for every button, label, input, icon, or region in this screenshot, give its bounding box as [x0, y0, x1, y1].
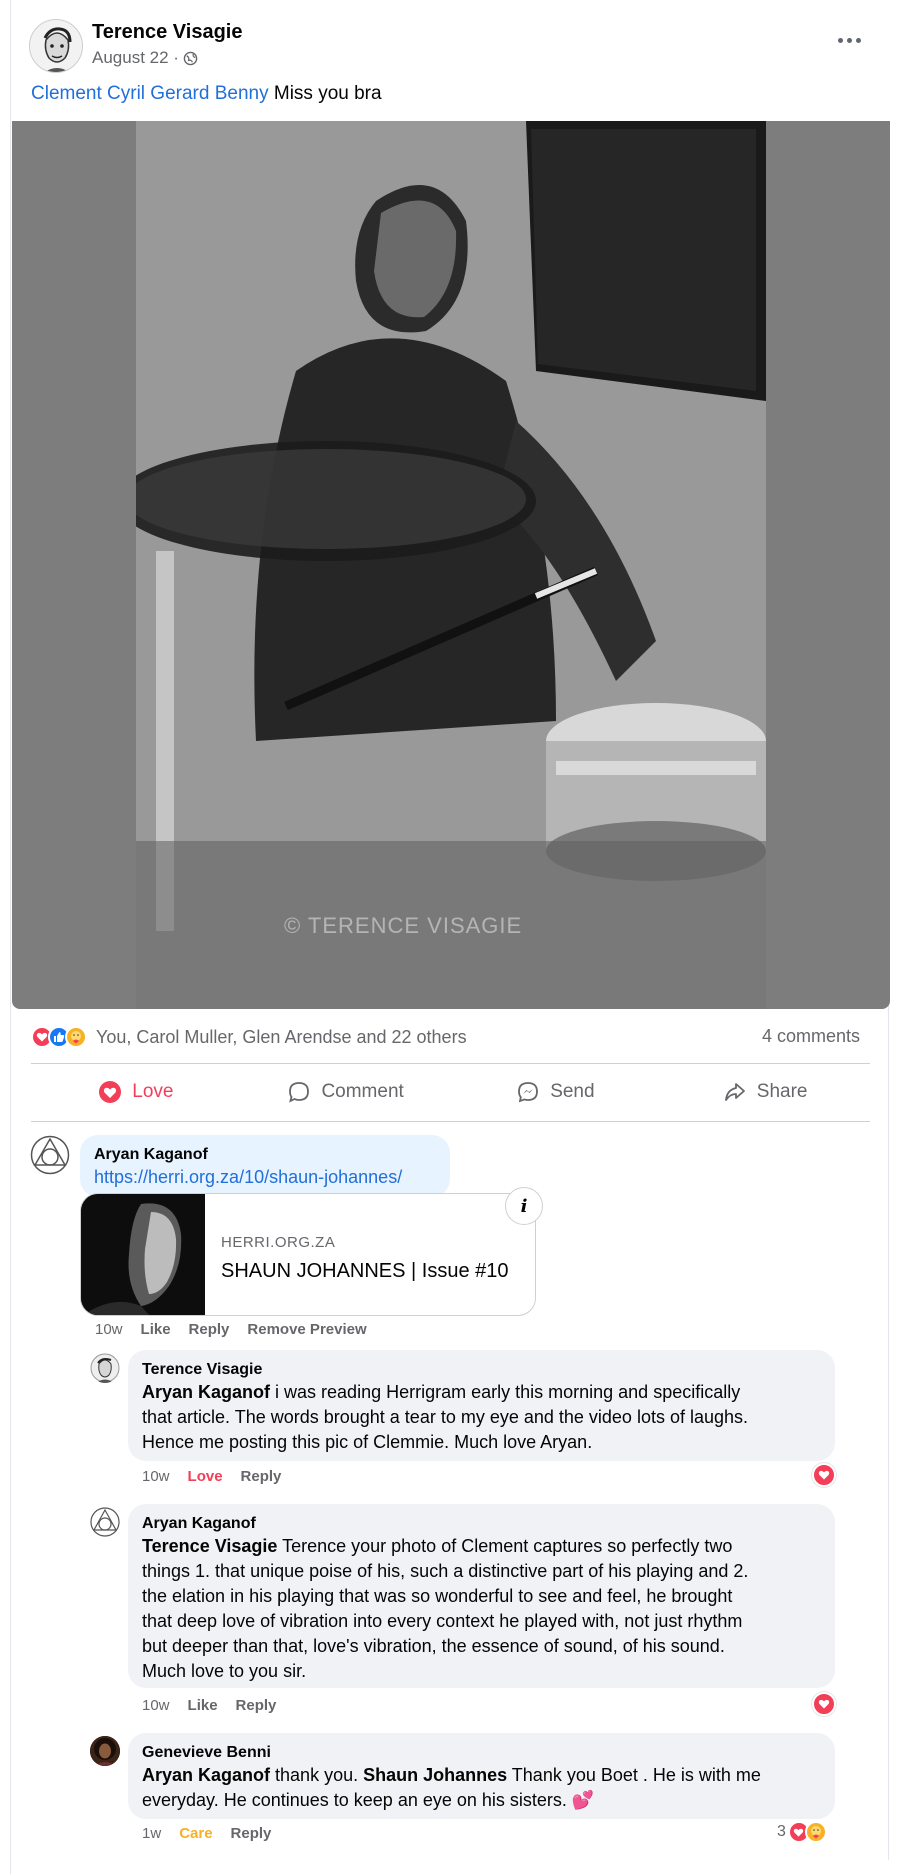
comment-text-line: Thank you Boet . He is with me: [507, 1765, 761, 1785]
remove-preview-button[interactable]: Remove Preview: [247, 1321, 366, 1338]
post-meta: August 22 ·: [92, 48, 198, 68]
reaction-count: 3: [777, 1823, 786, 1840]
frame-edge: [10, 0, 11, 1874]
love-label: Love: [132, 1081, 174, 1102]
comment-text: Terence Visagie Terence your photo of Cl…: [142, 1534, 821, 1559]
comment-bubble: Genevieve Benni Aryan Kaganof thank you.…: [128, 1733, 835, 1819]
author-avatar[interactable]: [29, 19, 83, 73]
commenter-avatar[interactable]: [30, 1135, 70, 1175]
send-button[interactable]: Send: [451, 1066, 661, 1118]
love-reaction-badge[interactable]: [812, 1692, 836, 1716]
comment-text-line: the elation in his playing that was so w…: [142, 1586, 733, 1606]
commenter-avatar[interactable]: [90, 1736, 120, 1766]
link-preview-domain: HERRI.ORG.ZA: [221, 1234, 336, 1251]
comment-like-button[interactable]: Like: [188, 1697, 218, 1714]
comments-count[interactable]: 4 comments: [762, 1026, 860, 1047]
photo-watermark: © TERENCE VISAGIE: [284, 913, 523, 938]
comment-text-line: that deep love of vibration into every c…: [142, 1611, 743, 1631]
more-options-icon[interactable]: [832, 30, 866, 50]
comment-meta: 10w Like Reply: [142, 1697, 276, 1714]
love-reaction-badge[interactable]: [812, 1463, 836, 1487]
comment-text: Aryan Kaganof thank you. Shaun Johannes …: [142, 1763, 821, 1788]
comment-text-line: Terence your photo of Clement captures s…: [277, 1536, 733, 1556]
comment-button[interactable]: Comment: [241, 1066, 451, 1118]
messenger-icon: [518, 1082, 539, 1103]
author-name[interactable]: Terence Visagie: [92, 21, 242, 44]
link-preview-image: [81, 1194, 205, 1315]
comment-reaction-count[interactable]: 3: [777, 1821, 827, 1843]
comment-bubble: Terence Visagie Aryan Kaganof i was read…: [128, 1350, 835, 1461]
comment-reply-button[interactable]: Reply: [236, 1697, 277, 1714]
comment-text-line: i was reading Herrigram early this morni…: [270, 1382, 741, 1402]
comment-text-line: but deeper than that, love's vibration, …: [142, 1636, 725, 1656]
share-label: Share: [756, 1081, 808, 1102]
love-icon: [99, 1081, 122, 1103]
care-icon: [804, 1821, 827, 1843]
comment-love-button[interactable]: Love: [188, 1468, 223, 1485]
photo-image: [136, 121, 766, 1009]
love-button[interactable]: Love: [31, 1066, 241, 1118]
comment-text-line: Hence me posting this pic of Clemmie. Mu…: [142, 1432, 593, 1452]
comment-author[interactable]: Aryan Kaganof: [94, 1145, 436, 1165]
share-icon: [724, 1083, 745, 1101]
comment-meta: 10w Like Reply Remove Preview: [95, 1321, 367, 1338]
comment-text-line: that article. The words brought a tear t…: [142, 1407, 749, 1427]
post-text: Clement Cyril Gerard Benny Miss you bra: [31, 83, 382, 105]
send-label: Send: [550, 1081, 595, 1102]
link-preview-card[interactable]: HERRI.ORG.ZA SHAUN JOHANNES | Issue #10: [80, 1193, 536, 1316]
commenter-avatar[interactable]: [90, 1353, 120, 1383]
comment-text-line: thank you.: [270, 1765, 364, 1785]
divider: [31, 1063, 870, 1064]
reactions-summary[interactable]: You, Carol Muller, Glen Arendse and 22 o…: [31, 1026, 467, 1048]
comment-author[interactable]: Aryan Kaganof: [142, 1514, 821, 1534]
comment-time[interactable]: 1w: [142, 1825, 161, 1842]
mention-link[interactable]: Shaun Johannes: [363, 1765, 507, 1785]
comment-icon: [289, 1082, 310, 1103]
comment-reply-button[interactable]: Reply: [241, 1468, 282, 1485]
comment-text-line: things 1. that unique poise of his, such…: [142, 1561, 749, 1581]
comment-time[interactable]: 10w: [142, 1697, 170, 1714]
comment-text-line: Much love to you sir.: [142, 1661, 307, 1681]
mention-link[interactable]: Aryan Kaganof: [142, 1382, 270, 1402]
comment-author[interactable]: Terence Visagie: [142, 1360, 821, 1380]
divider: [31, 1121, 870, 1122]
comment-care-button[interactable]: Care: [179, 1825, 212, 1842]
reaction-icons: [31, 1026, 87, 1048]
comment-time[interactable]: 10w: [95, 1321, 123, 1338]
comment-bubble: Aryan Kaganof https://herri.org.za/10/sh…: [80, 1135, 450, 1197]
comment-like-button[interactable]: Like: [141, 1321, 171, 1338]
frame-edge: [888, 940, 889, 1860]
info-icon[interactable]: i: [505, 1187, 543, 1225]
post-date[interactable]: August 22 ·: [92, 48, 179, 68]
commenter-avatar[interactable]: [90, 1507, 120, 1537]
comment-author[interactable]: Genevieve Benni: [142, 1743, 821, 1763]
post-message: Miss you bra: [268, 83, 382, 104]
mention-link[interactable]: Aryan Kaganof: [142, 1765, 270, 1785]
globe-icon: [183, 51, 198, 65]
post-photo[interactable]: [12, 121, 890, 1009]
comment-text: Aryan Kaganof i was reading Herrigram ea…: [142, 1380, 821, 1405]
comment-meta: 1w Care Reply: [142, 1825, 271, 1842]
comment-text-line: everyday. He continues to keep an eye on…: [142, 1790, 595, 1810]
comment-reply-button[interactable]: Reply: [189, 1321, 230, 1338]
comment-reply-button[interactable]: Reply: [231, 1825, 272, 1842]
comment-link[interactable]: https://herri.org.za/10/shaun-johannes/: [94, 1165, 436, 1189]
tagged-person-link[interactable]: Clement Cyril Gerard Benny: [31, 83, 269, 104]
comment-label: Comment: [321, 1081, 404, 1102]
share-button[interactable]: Share: [660, 1066, 870, 1118]
action-bar: Love Comment Send Share: [31, 1066, 870, 1118]
comment-meta: 10w Love Reply: [142, 1468, 281, 1485]
comment-time[interactable]: 10w: [142, 1468, 170, 1485]
comment-bubble: Aryan Kaganof Terence Visagie Terence yo…: [128, 1504, 835, 1688]
care-icon: [65, 1026, 87, 1048]
mention-link[interactable]: Terence Visagie: [142, 1536, 277, 1556]
reactors-text[interactable]: You, Carol Muller, Glen Arendse and 22 o…: [96, 1027, 467, 1048]
link-preview-title: SHAUN JOHANNES | Issue #10: [221, 1260, 509, 1282]
facebook-post: Terence Visagie August 22 · Clement Cyri…: [0, 0, 900, 1874]
